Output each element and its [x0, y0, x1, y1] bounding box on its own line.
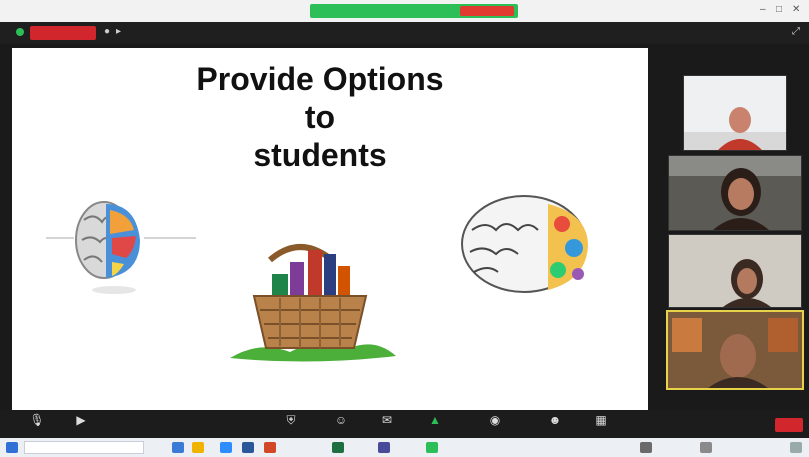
- security-icon: ⛨: [286, 413, 296, 427]
- taskbar-app-icon[interactable]: [378, 442, 390, 453]
- apps-button[interactable]: ▦: [586, 413, 616, 435]
- minimize-button[interactable]: –: [760, 4, 766, 15]
- mute-button[interactable]: 🎙: [22, 413, 52, 435]
- record-button[interactable]: ◉: [480, 413, 510, 435]
- start-menu-icon[interactable]: [6, 442, 18, 453]
- video-icon: ▶: [76, 413, 86, 427]
- participant-video-2[interactable]: [668, 155, 802, 231]
- mic-icon: 🎙: [29, 413, 45, 427]
- taskbar-app-icon[interactable]: [426, 442, 438, 453]
- taskbar-app-icon[interactable]: [264, 442, 276, 453]
- participants-icon: ☺: [334, 413, 348, 427]
- participant-avatar: [668, 312, 802, 388]
- reactions-icon: ☻: [548, 413, 562, 427]
- participant-avatar: [684, 76, 786, 150]
- taskbar-app-icon[interactable]: [332, 442, 344, 453]
- basket-of-books-illustration: [230, 244, 396, 362]
- stop-video-button[interactable]: ▶: [66, 413, 96, 435]
- window-titlebar: – □ ✕: [0, 0, 809, 22]
- change-your-mindset-brain-illustration: [461, 195, 588, 293]
- share-screen-button[interactable]: ▲: [420, 413, 450, 435]
- view-options-icon[interactable]: ▸: [116, 26, 121, 37]
- chat-icon: ✉: [381, 413, 393, 427]
- taskbar-app-icon[interactable]: [242, 442, 254, 453]
- record-icon: ◉: [489, 413, 501, 427]
- meeting-topbar: [0, 22, 809, 44]
- reactions-button[interactable]: ☻: [540, 413, 570, 435]
- participants-button[interactable]: ☺: [326, 413, 356, 435]
- participant-video-3[interactable]: [668, 234, 802, 308]
- chat-button[interactable]: ✉: [372, 413, 402, 435]
- taskbar-app-icon[interactable]: [172, 442, 184, 453]
- maximize-button[interactable]: □: [776, 4, 782, 15]
- participant-avatar: [669, 235, 801, 307]
- active-speaker-video[interactable]: [666, 310, 804, 390]
- participant-video-1[interactable]: [683, 75, 787, 151]
- taskbar-search-input[interactable]: [24, 441, 144, 454]
- shield-icon[interactable]: [16, 28, 24, 36]
- fullscreen-icon[interactable]: ⤢: [792, 26, 800, 37]
- notifications-icon[interactable]: [790, 442, 802, 453]
- close-window-button[interactable]: ✕: [792, 4, 800, 15]
- system-tray-icon[interactable]: [640, 442, 652, 453]
- slide-title: Provide Options to students: [196, 61, 444, 173]
- taskbar-app-icon[interactable]: [220, 442, 232, 453]
- clock-area[interactable]: [700, 442, 712, 453]
- brain-left-right-illustration: [46, 201, 196, 294]
- recording-indicator[interactable]: [30, 26, 96, 40]
- meeting-toolbar: [0, 410, 809, 438]
- screen-share-banner[interactable]: [310, 4, 518, 18]
- participant-avatar: [669, 156, 801, 230]
- info-icon[interactable]: ●: [104, 26, 110, 37]
- taskbar-app-icon[interactable]: [192, 442, 204, 453]
- security-button[interactable]: ⛨: [276, 413, 306, 435]
- apps-icon: ▦: [595, 413, 607, 427]
- share-screen-icon: ▲: [429, 413, 441, 427]
- stop-share-button[interactable]: [460, 6, 514, 16]
- end-meeting-button[interactable]: [775, 418, 803, 432]
